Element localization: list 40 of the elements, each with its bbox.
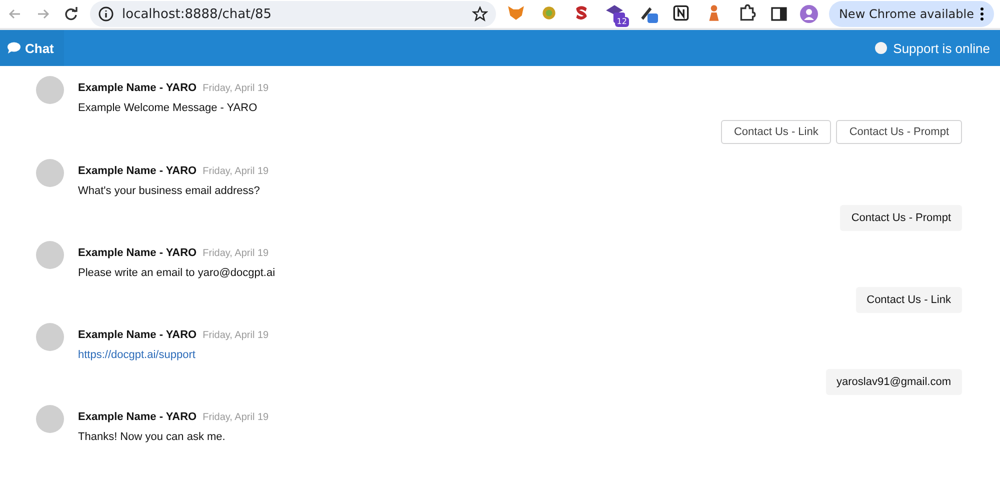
update-button[interactable]: New Chrome available	[828, 1, 994, 27]
message-date: Friday, April 19	[202, 248, 269, 259]
address-bar[interactable]: localhost:8888/chat/85	[90, 1, 496, 27]
status-text: Support is online	[893, 40, 990, 56]
more-icon	[980, 7, 984, 21]
profile-icon[interactable]	[798, 4, 819, 24]
sender-name: Example Name - YARO	[78, 247, 197, 259]
avatar	[36, 323, 64, 351]
sender-name: Example Name - YARO	[78, 165, 197, 177]
info-icon[interactable]	[98, 6, 114, 22]
message-date: Friday, April 19	[202, 412, 269, 423]
chat-tab[interactable]: Chat	[0, 30, 64, 66]
reload-icon[interactable]	[62, 5, 80, 23]
sender-name: Example Name - YARO	[78, 82, 197, 94]
message-text: Example Welcome Message - YARO	[78, 102, 258, 114]
message-text: Please write an email to yaro@docgpt.ai	[78, 267, 276, 279]
avatar	[36, 76, 64, 104]
message-date: Friday, April 19	[202, 330, 269, 341]
user-message: Contact Us - Link	[856, 287, 962, 313]
sender-name: Example Name - YARO	[78, 411, 197, 423]
sidebar-icon[interactable]	[770, 5, 788, 23]
avatar	[36, 405, 64, 433]
avatar	[36, 159, 64, 187]
message-date: Friday, April 19	[202, 166, 269, 177]
user-message: yaroslav91@gmail.com	[826, 369, 962, 395]
star-icon[interactable]	[472, 6, 488, 22]
sender-name: Example Name - YARO	[78, 329, 197, 341]
chat-title: Chat	[25, 40, 54, 56]
message-text: What's your business email address?	[78, 185, 260, 197]
url-text: localhost:8888/chat/85	[122, 6, 273, 22]
avatar	[36, 241, 64, 269]
user-message: Contact Us - Prompt	[840, 205, 962, 231]
message-link[interactable]: https://docgpt.ai/support	[78, 349, 196, 361]
badge-count: 12	[614, 17, 629, 27]
quick-reply-button[interactable]: Contact Us - Link	[720, 120, 832, 144]
message-text: Thanks! Now you can ask me.	[78, 431, 226, 443]
status-dot	[875, 42, 888, 54]
quick-reply-button[interactable]: Contact Us - Prompt	[836, 120, 962, 144]
speech-bubble-icon	[7, 42, 21, 54]
message-date: Friday, April 19	[202, 83, 269, 94]
